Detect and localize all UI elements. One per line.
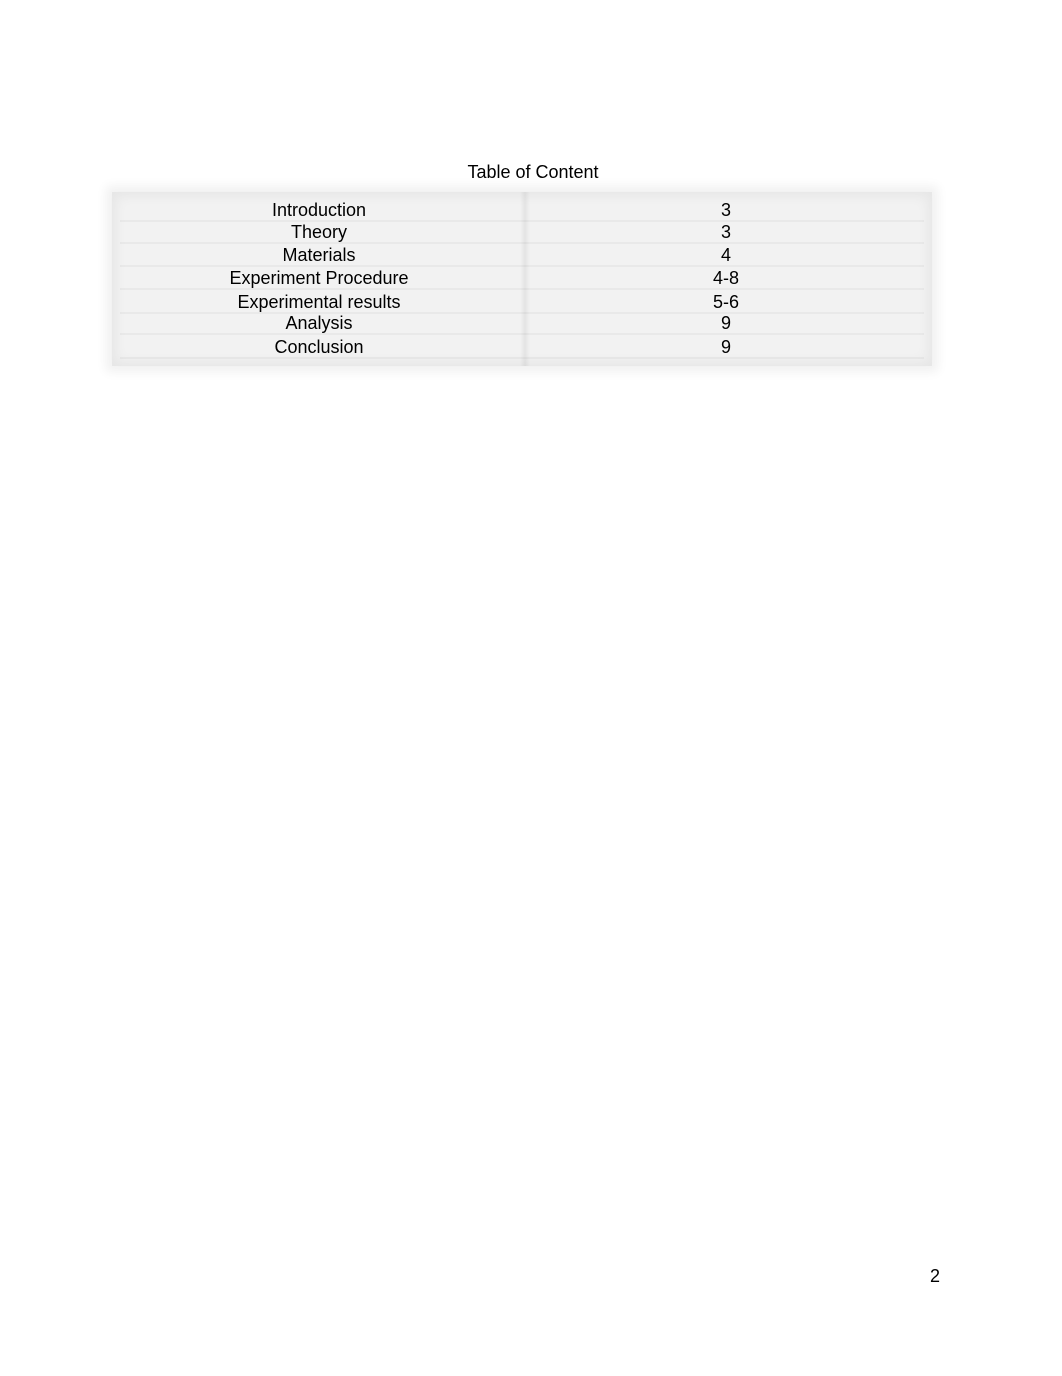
- toc-row: Theory 3: [112, 221, 932, 244]
- page-number: 2: [929, 1266, 940, 1286]
- toc-section-name: Conclusion: [274, 337, 364, 357]
- toc-row: Experimental results 5-6: [112, 291, 932, 314]
- toc-section-name: Materials: [282, 245, 356, 265]
- toc-row: Conclusion 9: [112, 336, 932, 359]
- toc-table: Introduction 3 Theory 3 Materials 4 Expe…: [112, 192, 932, 366]
- toc-page-number: 5-6: [712, 292, 739, 312]
- toc-section-name: Theory: [290, 222, 348, 242]
- toc-page-number: 4-8: [712, 268, 739, 288]
- toc-row: Introduction 3: [112, 199, 932, 222]
- toc-title: Table of Content: [467, 162, 599, 182]
- document-page: Table of Content Introduction 3 Theory 3…: [0, 0, 1062, 1376]
- toc-page-number: 9: [720, 313, 731, 333]
- toc-row: Experiment Procedure 4-8: [112, 267, 932, 290]
- toc-row: Analysis 9: [112, 312, 932, 335]
- toc-row: Materials 4: [112, 244, 932, 267]
- toc-page-number: 3: [720, 222, 731, 242]
- toc-section-name: Introduction: [271, 200, 367, 220]
- toc-section-name: Experimental results: [237, 292, 401, 312]
- toc-section-name: Experiment Procedure: [229, 268, 409, 288]
- toc-section-name: Analysis: [285, 313, 353, 333]
- toc-page-number: 4: [720, 245, 731, 265]
- toc-page-number: 3: [720, 200, 731, 220]
- toc-page-number: 9: [720, 337, 731, 357]
